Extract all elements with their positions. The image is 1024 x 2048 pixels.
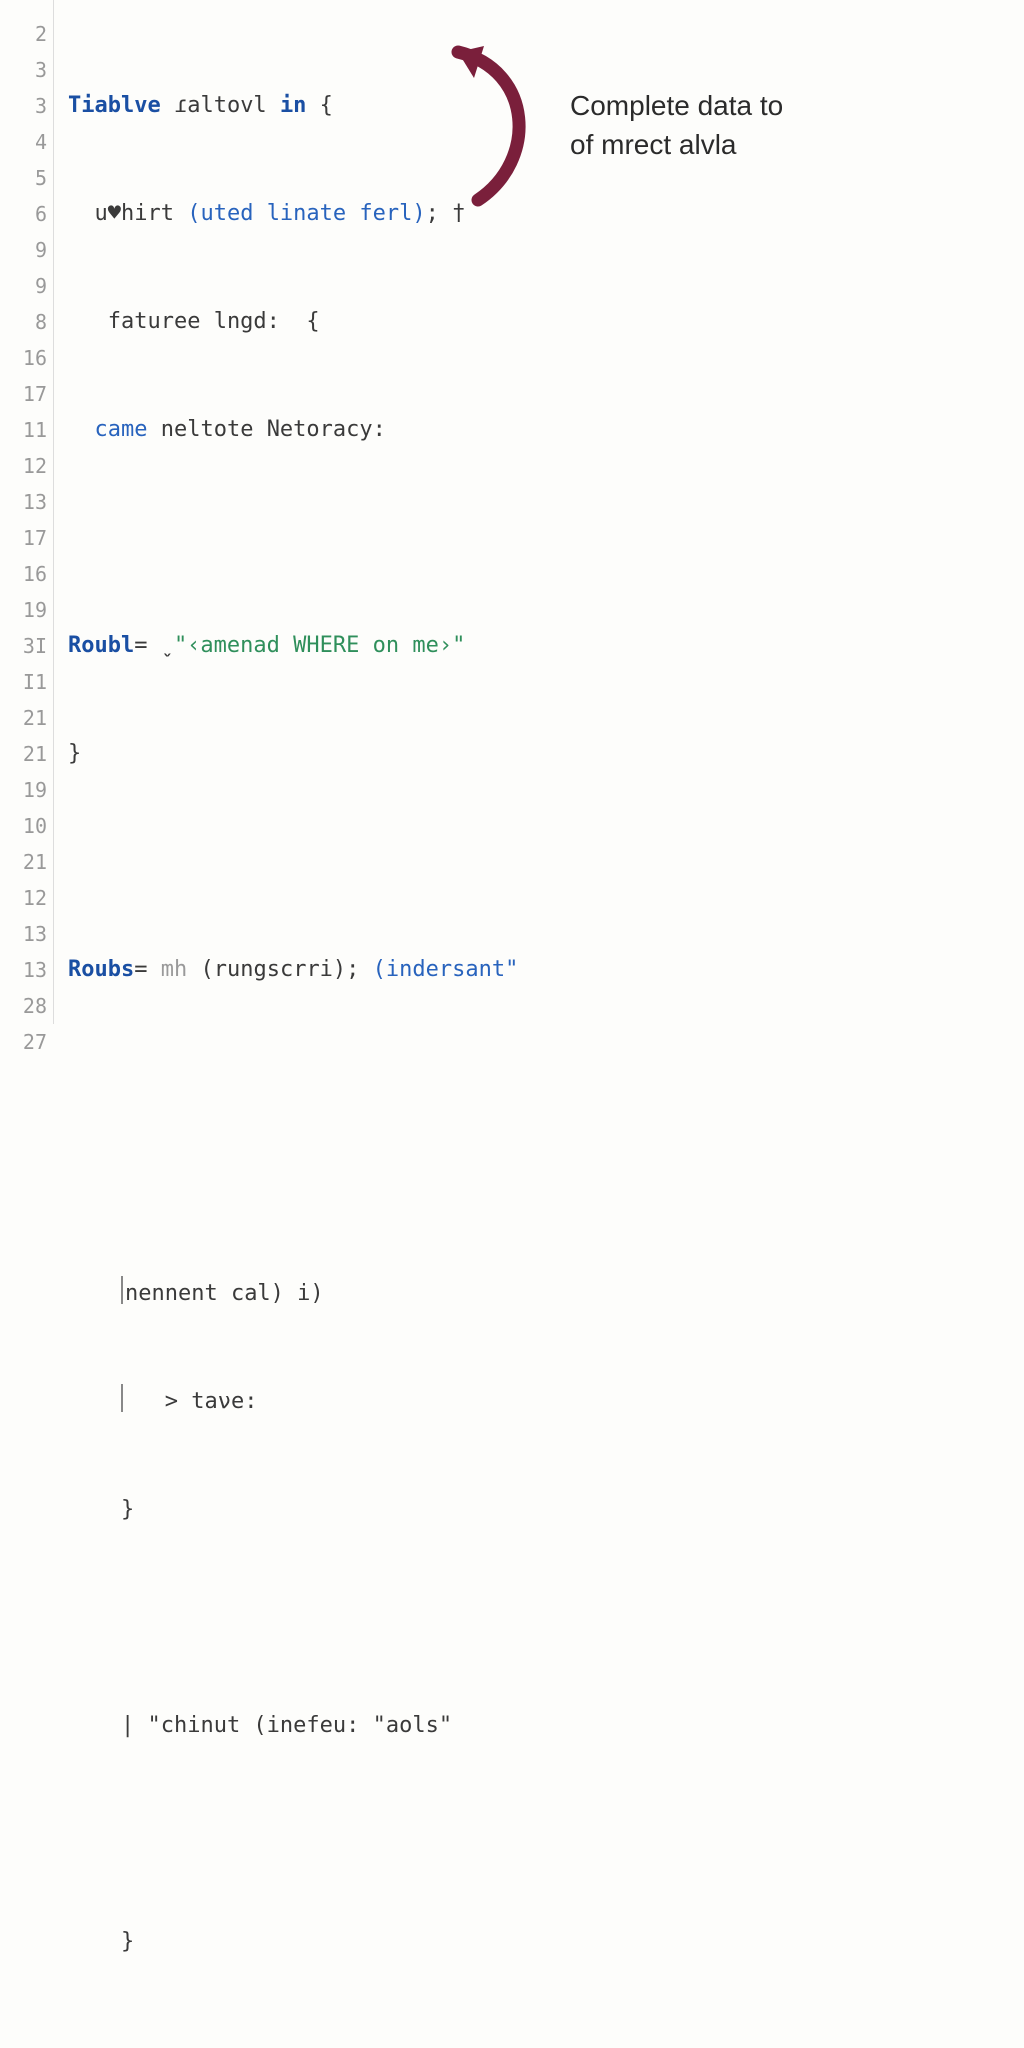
code-line[interactable] xyxy=(68,520,1024,556)
annotation-text: Complete data to of mrect alvla xyxy=(570,86,950,164)
line-number: 13 xyxy=(0,484,47,520)
line-number: 9 xyxy=(0,268,47,304)
annotation-line-2: of mrect alvla xyxy=(570,125,950,164)
line-number: 16 xyxy=(0,340,47,376)
code-line[interactable]: nennent cal) i) xyxy=(68,1276,1024,1312)
line-number: 4 xyxy=(0,124,47,160)
arrow-icon xyxy=(438,40,558,210)
line-number: 19 xyxy=(0,592,47,628)
line-number: 13 xyxy=(0,952,47,988)
code-line[interactable]: Roubl= ˬ"‹amenad WHERE on me›" xyxy=(68,628,1024,664)
line-number: 5 xyxy=(0,160,47,196)
line-number: 13 xyxy=(0,916,47,952)
line-number: 6 xyxy=(0,196,47,232)
code-line[interactable]: } xyxy=(68,736,1024,772)
line-number: 17 xyxy=(0,376,47,412)
line-number: 21 xyxy=(0,700,47,736)
code-line[interactable] xyxy=(68,2032,1024,2048)
line-number: 17 xyxy=(0,520,47,556)
line-number: 3 xyxy=(0,88,47,124)
code-line[interactable] xyxy=(68,1600,1024,1636)
line-number: 8 xyxy=(0,304,47,340)
line-number-gutter: 2 3 3 4 5 6 9 9 8 16 17 11 12 13 17 16 1… xyxy=(0,0,54,1024)
code-line[interactable]: } xyxy=(68,1492,1024,1528)
line-number: 9 xyxy=(0,232,47,268)
line-number: 21 xyxy=(0,844,47,880)
code-line[interactable]: > taνe: xyxy=(68,1384,1024,1420)
code-line[interactable] xyxy=(68,1060,1024,1096)
line-number: 12 xyxy=(0,448,47,484)
line-number: 16 xyxy=(0,556,47,592)
code-line[interactable] xyxy=(68,844,1024,880)
code-line[interactable]: } xyxy=(68,1924,1024,1960)
line-number: I1 xyxy=(0,664,47,700)
code-line[interactable] xyxy=(68,1816,1024,1852)
line-number: 3 xyxy=(0,52,47,88)
line-number: 11 xyxy=(0,412,47,448)
line-number: 21 xyxy=(0,736,47,772)
code-line[interactable]: came neltote Netoracy: xyxy=(68,412,1024,448)
code-line[interactable] xyxy=(68,1168,1024,1204)
line-number: 27 xyxy=(0,1024,47,1060)
code-line[interactable]: faturee lngd: { xyxy=(68,304,1024,340)
line-number: 28 xyxy=(0,988,47,1024)
code-line[interactable]: Roubs= mh (rungscrri); (indersant" xyxy=(68,952,1024,988)
code-line[interactable]: | "chinut (inefeu: "aols" xyxy=(68,1708,1024,1744)
annotation-line-1: Complete data to xyxy=(570,86,950,125)
line-number: 19 xyxy=(0,772,47,808)
line-number: 10 xyxy=(0,808,47,844)
line-number: 2 xyxy=(0,16,47,52)
line-number: 3I xyxy=(0,628,47,664)
line-number: 12 xyxy=(0,880,47,916)
